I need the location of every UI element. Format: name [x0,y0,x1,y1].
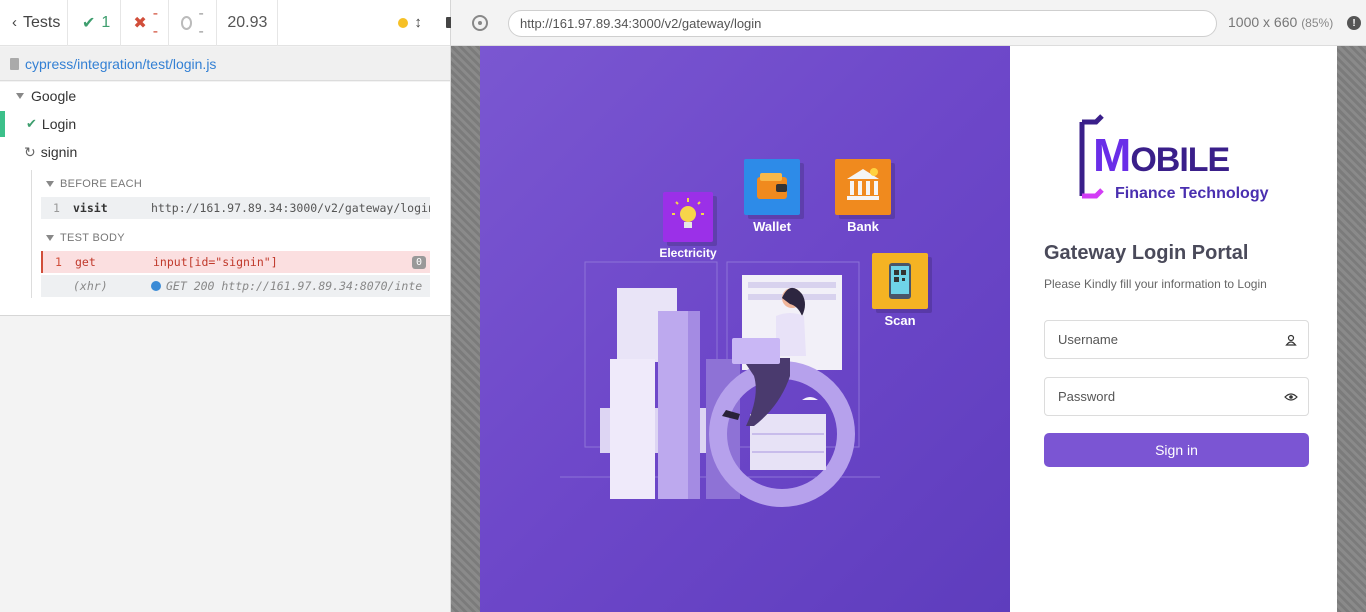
command-row-pending[interactable]: 1 get input[id="signin"] 0 [41,251,430,273]
refresh-icon: ↻ [24,143,36,160]
test-title: signin [40,144,78,160]
selector-playground-icon[interactable] [472,15,488,31]
duration-value: 20.93 [227,13,268,31]
mobile-finance-logo: MOBILE Finance Technology [1076,110,1286,210]
viewport-size: 1000 x 660 [1228,14,1298,30]
aut-stage: Electricity Wallet Bank Scan MOBILE Fina… [451,46,1366,612]
command-message: http://161.97.89.34:3000/v2/gateway/logi… [151,201,430,215]
circle-notch-icon [181,15,193,30]
check-icon: ✔ [26,116,37,131]
caret-down-icon [46,181,54,187]
command-row[interactable]: 1 visit http://161.97.89.34:3000/v2/gate… [41,197,430,219]
tests-label: Tests [23,13,61,31]
command-row-xhr[interactable]: (xhr) GET 200 http://161.97.89.34:8070/i… [41,275,430,297]
command-number: 1 [53,201,60,215]
logo-word: OBILE [1130,141,1230,179]
x-icon: ✖ [133,14,147,32]
command-name: (xhr) [73,279,108,293]
failed-count: ✖ -- [121,0,170,46]
app-iframe: Electricity Wallet Bank Scan MOBILE Fina… [480,46,1337,612]
command-name: visit [73,201,108,215]
duration: 20.93 [217,0,279,46]
login-panel: MOBILE Finance Technology Gateway Login … [1010,46,1337,612]
portal-title: Gateway Login Portal [1044,242,1249,264]
hook-before-each[interactable]: BEFORE EACH [46,178,142,190]
auto-scroll-indicator-icon[interactable]: ↕ [398,14,422,31]
element-count-badge: 0 [411,255,426,269]
test-title: Login [41,116,77,132]
passed-value: 1 [101,13,111,31]
username-field[interactable]: Username [1044,320,1309,359]
viewport-info: 1000 x 660 (85%) [1228,14,1333,30]
url-bar[interactable]: http://161.97.89.34:3000/v2/gateway/logi… [508,10,1217,37]
password-field[interactable]: Password [1044,377,1309,416]
user-icon [1285,334,1297,346]
person-with-laptop-illustration [560,261,880,507]
sign-in-button[interactable]: Sign in [1044,433,1309,467]
stats-bar: ‹ Tests ✔ 1 ✖ -- -- 20.93 ↕ [0,0,457,46]
test-row-login[interactable]: ✔ Login [0,110,450,138]
xhr-message: GET 200 http://161.97.89.34:8070/inte [166,279,423,293]
suite-title: Google [31,88,77,104]
username-placeholder: Username [1058,332,1118,347]
file-icon [10,57,19,70]
check-icon: ✔ [82,14,96,32]
url-text: http://161.97.89.34:3000/v2/gateway/logi… [520,16,762,31]
hook-label: BEFORE EACH [60,178,143,190]
command-message: input[id="signin"] [153,255,278,269]
command-number: 1 [55,255,62,269]
portal-subtitle: Please Kindly fill your information to L… [1044,277,1267,291]
test-detail-rule [31,170,32,298]
logo-letter: M [1093,129,1131,181]
caret-down-icon [46,235,54,241]
passed-count: ✔ 1 [68,0,122,46]
password-placeholder: Password [1058,389,1116,404]
xhr-status-dot-icon [151,281,161,291]
aut-header: http://161.97.89.34:3000/v2/gateway/logi… [451,0,1366,46]
controls: ↕ [278,0,457,46]
spec-path-link[interactable]: cypress/integration/test/login.js [25,56,216,72]
suite-row-google[interactable]: Google [0,82,450,110]
pending-value: -- [198,4,204,40]
zoom-level: (85%) [1301,16,1334,30]
test-pass-marker [0,111,5,137]
eye-icon[interactable] [1284,390,1298,404]
tests-button[interactable]: ‹ Tests [0,0,68,46]
runnables-list: Google ✔ Login ↻ signin BEFORE EACH 1 vi… [0,82,450,316]
logo-wordmark: MOBILE [1093,128,1230,182]
hook-label: TEST BODY [60,232,125,244]
spec-file-bar: cypress/integration/test/login.js [0,47,450,81]
failed-value: -- [152,4,159,40]
chevron-left-icon: ‹ [12,14,17,31]
test-reporter: ‹ Tests ✔ 1 ✖ -- -- 20.93 ↕ cypress/inte… [0,0,457,612]
test-row-signin[interactable]: ↻ signin [0,138,450,166]
caret-down-icon [16,93,24,99]
hook-test-body[interactable]: TEST BODY [46,232,125,244]
command-message: GET 200 http://161.97.89.34:8070/inte [151,279,430,293]
command-name: get [75,255,96,269]
pending-count: -- [169,0,218,46]
logo-tagline: Finance Technology [1115,185,1269,202]
hero-illustration-panel: Electricity Wallet Bank Scan [480,46,1010,612]
info-icon[interactable]: ! [1347,16,1361,30]
